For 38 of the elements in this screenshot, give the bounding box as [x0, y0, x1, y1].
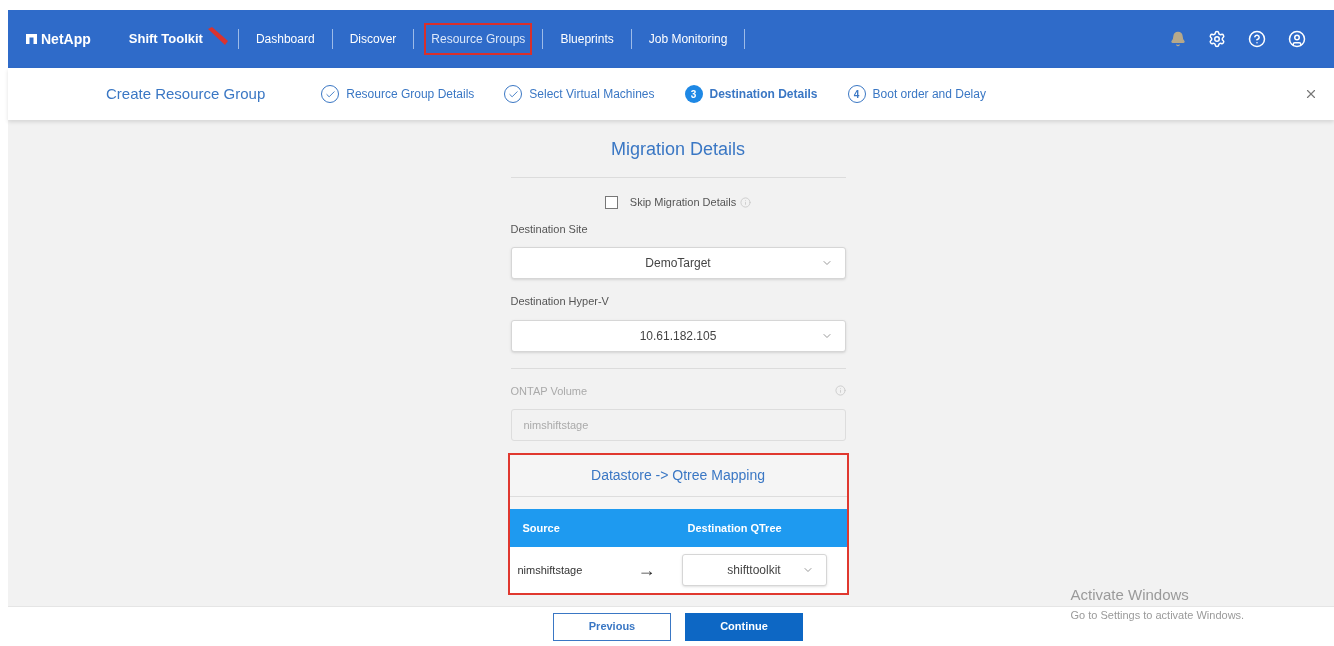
- table-cell-text: nimshiftstage: [516, 562, 584, 578]
- logo[interactable]: NetApp: [26, 28, 91, 50]
- checkbox-label: Skip Migration Details: [629, 195, 737, 210]
- info-icon: [834, 385, 846, 397]
- step-label[interactable]: Boot order and Delay: [872, 85, 986, 103]
- destination-qtree-dropdown[interactable]: shifttoolkit: [681, 554, 827, 586]
- step-label[interactable]: Resource Group Details: [346, 85, 475, 103]
- column-header: Source: [521, 520, 561, 536]
- step-label[interactable]: Select Virtual Machines: [529, 85, 655, 103]
- field-label: ONTAP Volume: [510, 383, 588, 399]
- watermark-title: Activate Windows: [1070, 585, 1190, 605]
- arrow-text: →: [637, 558, 656, 582]
- mapping-title: Datastore -> Qtree Mapping: [509, 455, 847, 497]
- wizard-title: Create Resource Group: [106, 83, 266, 104]
- nav-link[interactable]: Resource Groups: [424, 23, 533, 55]
- previous-button[interactable]: Previous: [553, 612, 671, 641]
- product-name: Shift Toolkit: [128, 30, 203, 49]
- skip-checkbox[interactable]: [604, 195, 618, 209]
- settings-icon[interactable]: [1208, 30, 1226, 48]
- field-label: Destination Hyper-V: [510, 294, 610, 309]
- watermark-text: Go to Settings to activate Windows.: [1070, 607, 1246, 623]
- column-header: Destination QTree: [687, 520, 782, 536]
- nav-link[interactable]: Dashboard: [248, 23, 322, 55]
- nav-link[interactable]: Blueprints: [553, 23, 621, 55]
- step-label[interactable]: Destination Details: [709, 85, 818, 103]
- step-number: 3: [684, 85, 703, 103]
- destination-hyperv-dropdown[interactable]: 10.61.182.105: [510, 319, 846, 352]
- form-title: Migration Details: [609, 138, 747, 161]
- destination-site-dropdown[interactable]: DemoTarget: [510, 247, 846, 279]
- info-icon: [740, 196, 752, 208]
- nav-link[interactable]: Job Monitoring: [641, 23, 735, 55]
- help-icon[interactable]: [1248, 30, 1266, 48]
- field-label: Destination Site: [510, 221, 589, 237]
- nav-link[interactable]: Discover: [342, 23, 404, 55]
- user-icon[interactable]: [1288, 30, 1306, 48]
- continue-button[interactable]: Continue: [685, 612, 803, 641]
- close-icon[interactable]: [1304, 87, 1318, 101]
- logo-icon: [26, 34, 37, 44]
